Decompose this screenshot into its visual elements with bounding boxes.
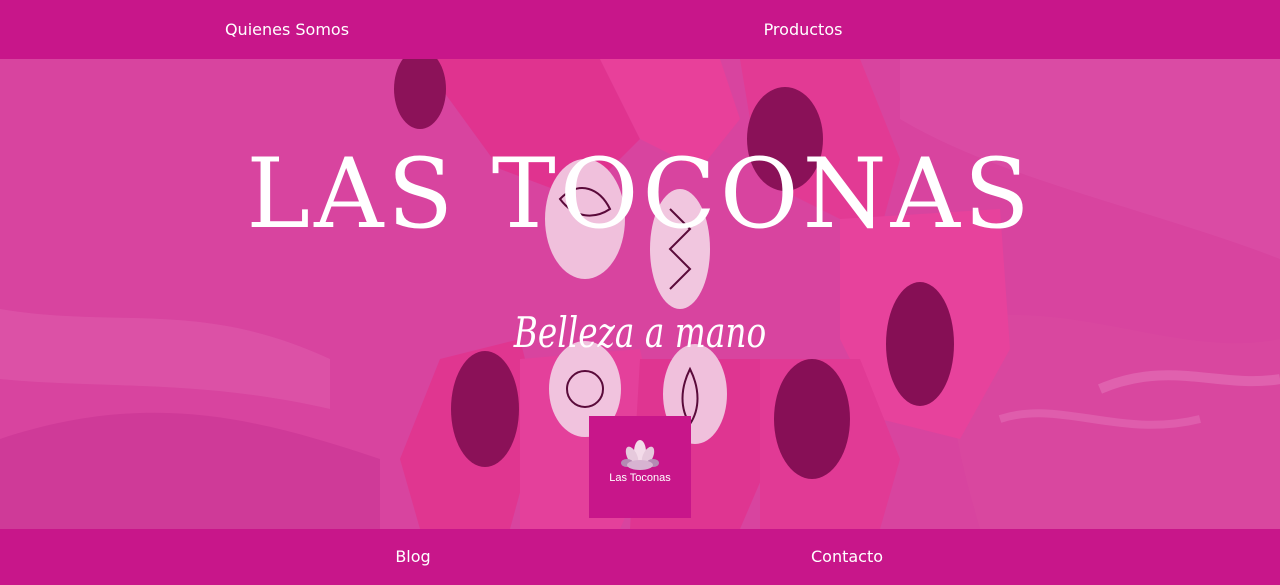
top-navigation: Quienes Somos Productos: [0, 0, 1280, 59]
nav-link-contacto[interactable]: Contacto: [811, 529, 883, 585]
hero-title: LAS TOCONAS: [246, 138, 1034, 250]
logo-text: Las Toconas: [609, 472, 671, 484]
bottom-navigation: Blog Contacto: [0, 529, 1280, 581]
nav-link-quienes-somos[interactable]: Quienes Somos: [225, 0, 349, 59]
lotus-icon: [621, 440, 659, 470]
nav-link-blog[interactable]: Blog: [395, 529, 430, 585]
nav-link-productos[interactable]: Productos: [764, 0, 843, 59]
hero-banner: LAS TOCONAS Belleza a mano Las Toconas: [0, 59, 1280, 529]
hero-subtitle: Belleza a mano: [513, 308, 767, 357]
site-logo[interactable]: Las Toconas: [589, 416, 691, 518]
